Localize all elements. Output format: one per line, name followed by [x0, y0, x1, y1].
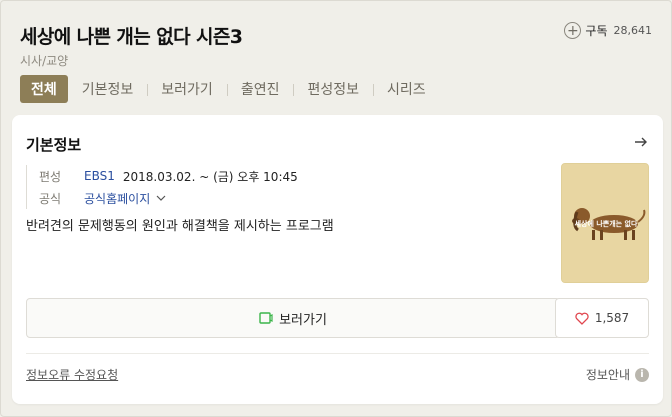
tab-bar: 전체 기본정보 보러가기 출연진 편성정보 시리즈	[20, 75, 440, 103]
tab-basic-info[interactable]: 기본정보	[68, 75, 148, 103]
channel-link[interactable]: EBS1	[84, 169, 115, 183]
chevron-down-icon	[156, 195, 166, 201]
like-count: 1,587	[594, 311, 630, 325]
program-description: 반려견의 문제행동의 원인과 해결책을 제시하는 프로그램	[26, 219, 334, 234]
subscribe-count: 28,641	[613, 24, 653, 37]
basic-info-card: 기본정보 편성 EBS1 2018.03.02. ~ (금) 오후 10:45 …	[12, 115, 663, 404]
info-guide-label: 정보안내	[585, 368, 630, 382]
poster-title: 세상에 나쁜개는 없다	[575, 219, 638, 228]
tab-series[interactable]: 시리즈	[373, 75, 440, 103]
report-error-link[interactable]: 정보오류 수정요청	[26, 366, 118, 383]
heart-icon	[575, 312, 589, 325]
official-row: 공식 공식홈페이지	[39, 187, 298, 209]
plus-circle-icon: +	[564, 22, 582, 39]
play-icon	[259, 312, 273, 324]
program-genre: 시사/교양	[20, 54, 69, 68]
schedule-value: 2018.03.02. ~ (금) 오후 10:45	[122, 169, 298, 184]
divider	[26, 353, 649, 354]
arrow-right-icon[interactable]	[633, 134, 649, 150]
subscribe-label: 구독	[585, 24, 608, 38]
program-poster[interactable]: 세상에 나쁜개는 없다	[561, 163, 649, 283]
watch-button-label: 보러가기	[279, 312, 327, 328]
subscribe-button[interactable]: + 구독 28,641	[564, 22, 652, 39]
official-homepage-label: 공식홈페이지	[84, 191, 151, 206]
card-title: 기본정보	[26, 136, 82, 154]
tab-cast[interactable]: 출연진	[226, 75, 294, 103]
poster-image: 세상에 나쁜개는 없다	[562, 164, 648, 282]
schedule-row: 편성 EBS1 2018.03.02. ~ (금) 오후 10:45	[39, 165, 298, 187]
tab-schedule[interactable]: 편성정보	[293, 75, 373, 103]
like-button[interactable]: 1,587	[555, 298, 649, 338]
tab-all[interactable]: 전체	[20, 75, 68, 103]
watch-button[interactable]: 보러가기	[26, 298, 560, 338]
tab-watch[interactable]: 보러가기	[147, 75, 227, 103]
official-key: 공식	[39, 191, 62, 206]
info-icon: i	[635, 367, 649, 382]
program-panel: 세상에 나쁜 개는 없다 시즌3 시사/교양 + 구독 28,641 전체 기본…	[0, 0, 672, 417]
schedule-key: 편성	[39, 169, 62, 184]
info-guide[interactable]: 정보안내 i	[586, 366, 649, 383]
info-rows: 편성 EBS1 2018.03.02. ~ (금) 오후 10:45 공식 공식…	[26, 165, 298, 209]
official-homepage-dropdown[interactable]: 공식홈페이지	[84, 190, 166, 207]
program-title[interactable]: 세상에 나쁜 개는 없다 시즌3	[20, 22, 243, 49]
